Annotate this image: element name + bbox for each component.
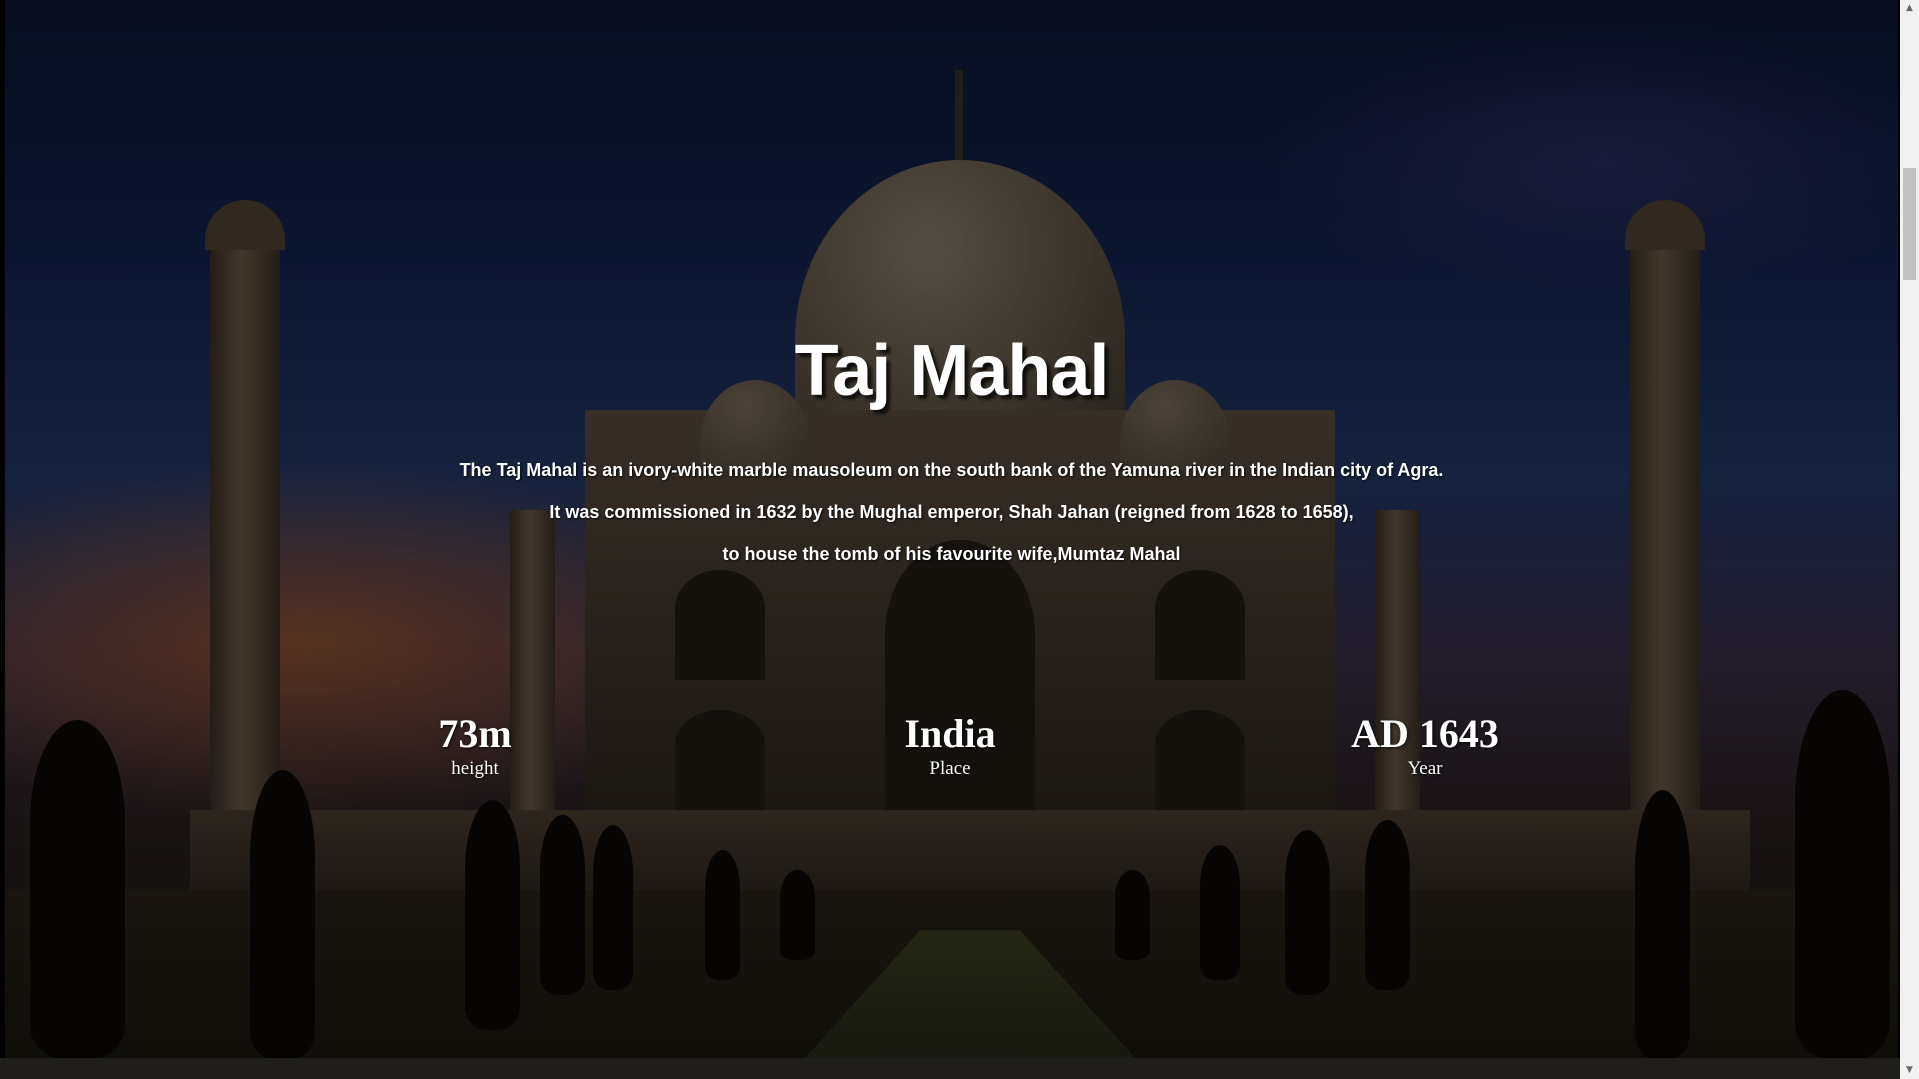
stat-height: 73m height xyxy=(325,712,625,782)
stat-height-label: height xyxy=(451,758,499,779)
arrow-up-icon[interactable]: ▲ xyxy=(1900,0,1919,17)
arrow-down-icon[interactable]: ▼ xyxy=(1900,1062,1919,1079)
stat-place-label: Place xyxy=(929,758,971,779)
description-line-1: The Taj Mahal is an ivory-white marble m… xyxy=(459,460,1444,480)
stat-height-value: 73m xyxy=(438,711,512,756)
stat-year-value: AD 1643 xyxy=(1351,711,1499,756)
stat-year-label: Year xyxy=(1407,758,1443,779)
vertical-scrollbar[interactable]: ▲ ▼ xyxy=(1900,0,1919,1079)
page-title: Taj Mahal xyxy=(794,331,1110,411)
description-line-3: to house the tomb of his favourite wife,… xyxy=(722,544,1181,564)
hero-content: Taj Mahal The Taj Mahal is an ivory-whit… xyxy=(5,0,1898,1058)
description-line-2: It was commissioned in 1632 by the Mugha… xyxy=(549,502,1354,522)
scrollbar-thumb[interactable] xyxy=(1903,168,1916,280)
stat-place-value: India xyxy=(904,711,996,756)
next-section-edge xyxy=(0,1058,1900,1079)
stat-year: AD 1643 Year xyxy=(1275,712,1575,782)
stat-place: India Place xyxy=(800,712,1100,782)
page-viewport: Taj Mahal The Taj Mahal is an ivory-whit… xyxy=(0,0,1900,1079)
